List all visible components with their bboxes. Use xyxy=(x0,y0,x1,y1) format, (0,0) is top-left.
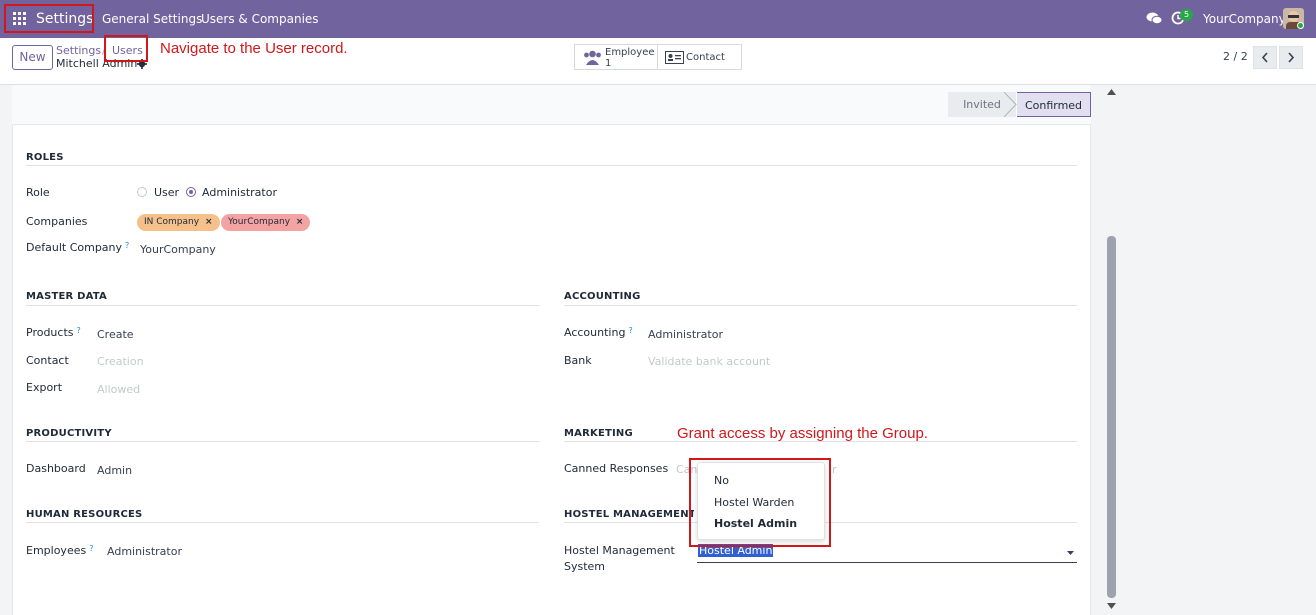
marketing-section-title: MARKETING xyxy=(564,428,633,439)
breadcrumb-settings[interactable]: Settings xyxy=(56,44,101,57)
company-tag-label: IN Company xyxy=(144,217,200,227)
pager-previous-button[interactable] xyxy=(1253,46,1277,69)
contact-smart-button[interactable]: Contact xyxy=(657,44,742,70)
settings-highlight-box xyxy=(4,4,94,33)
products-value[interactable]: Create xyxy=(97,328,134,341)
dashboard-label: Dashboard xyxy=(26,462,86,475)
hostel-section-title: HOSTEL MANAGEMENT SYSTEM xyxy=(564,509,694,520)
employee-smart-label: Employee xyxy=(605,47,655,58)
help-icon: ? xyxy=(89,544,94,553)
remove-tag-icon[interactable]: × xyxy=(296,217,304,227)
status-confirmed[interactable]: Confirmed xyxy=(1017,92,1091,117)
default-company-value[interactable]: YourCompany xyxy=(140,243,216,256)
export-label: Export xyxy=(26,381,63,394)
hostel-field-label-line2: System xyxy=(564,560,606,573)
pager-value[interactable]: 2 / 2 xyxy=(1223,50,1248,63)
scroll-down-icon[interactable] xyxy=(1107,603,1116,610)
productivity-divider xyxy=(26,441,539,442)
human-resources-section-title: HUMAN RESOURCES xyxy=(26,509,143,520)
bank-field[interactable]: Validate bank account xyxy=(648,355,770,368)
chevron-right-icon xyxy=(1288,52,1295,63)
help-icon: ? xyxy=(76,326,81,335)
role-label: Role xyxy=(26,186,50,199)
address-card-icon xyxy=(665,51,684,64)
pager-next-button[interactable] xyxy=(1279,46,1303,69)
employee-smart-count: 1 xyxy=(605,58,612,69)
annotation-grant: Grant access by assigning the Group. xyxy=(677,425,928,442)
role-user-label[interactable]: User xyxy=(154,186,179,199)
company-tag-in-company: IN Company × xyxy=(137,214,220,231)
dropdown-highlight-box xyxy=(689,458,831,547)
canned-responses-field-end[interactable]: r xyxy=(832,463,837,476)
menu-general-settings[interactable]: General Settings xyxy=(102,12,202,26)
caret-down-icon xyxy=(1067,551,1074,555)
company-tag-yourcompany: YourCompany × xyxy=(221,214,311,231)
employees-label: Employees? xyxy=(26,544,94,557)
default-company-label: Default Company? xyxy=(26,241,130,254)
bank-label: Bank xyxy=(564,354,592,367)
contact-label: Contact xyxy=(26,354,69,367)
accounting-value[interactable]: Administrator xyxy=(648,328,723,341)
master-data-section-title: MASTER DATA xyxy=(26,291,107,302)
contact-field[interactable]: Creation xyxy=(97,355,144,368)
users-highlight-box xyxy=(104,35,148,62)
contact-smart-label: Contact xyxy=(686,52,725,63)
scrollbar-thumb[interactable] xyxy=(1107,236,1116,598)
productivity-section-title: PRODUCTIVITY xyxy=(26,428,112,439)
role-user-radio[interactable] xyxy=(137,187,147,197)
employee-smart-button[interactable]: Employee 1 xyxy=(574,44,658,70)
accounting-divider xyxy=(564,305,1077,306)
canned-responses-label: Canned Responses xyxy=(564,462,669,475)
role-administrator-radio[interactable] xyxy=(186,187,196,197)
companies-label: Companies xyxy=(26,215,88,228)
employees-value[interactable]: Administrator xyxy=(107,545,182,558)
company-switcher[interactable]: YourCompany xyxy=(1203,12,1286,26)
chat-icon[interactable] xyxy=(1146,11,1163,26)
hostel-field-label-line1: Hostel Management xyxy=(564,544,675,557)
dashboard-value[interactable]: Admin xyxy=(97,464,132,477)
roles-section-title: ROLES xyxy=(26,152,64,163)
status-bar: Invited Confirmed xyxy=(12,85,1091,125)
menu-users-companies[interactable]: Users & Companies xyxy=(201,12,319,26)
accounting-label: Accounting? xyxy=(564,326,633,339)
help-icon: ? xyxy=(125,241,130,250)
products-label: Products? xyxy=(26,326,81,339)
top-navbar: Settings General Settings Users & Compan… xyxy=(0,0,1316,38)
help-icon: ? xyxy=(628,326,633,335)
role-administrator-label[interactable]: Administrator xyxy=(202,186,277,199)
chevron-left-icon xyxy=(1261,52,1268,63)
new-button[interactable]: New xyxy=(12,45,53,70)
scroll-up-icon[interactable] xyxy=(1107,89,1116,96)
remove-tag-icon[interactable]: × xyxy=(205,217,213,227)
master-data-divider xyxy=(26,305,539,306)
activity-count-badge: 5 xyxy=(1180,9,1193,21)
roles-divider xyxy=(26,165,1077,166)
human-resources-divider xyxy=(26,522,539,523)
annotation-navigate: Navigate to the User record. xyxy=(160,40,348,57)
avatar[interactable] xyxy=(1283,8,1304,29)
company-tag-label: YourCompany xyxy=(228,217,291,227)
accounting-section-title: ACCOUNTING xyxy=(564,291,641,302)
users-icon xyxy=(584,50,601,65)
export-field[interactable]: Allowed xyxy=(97,383,140,396)
